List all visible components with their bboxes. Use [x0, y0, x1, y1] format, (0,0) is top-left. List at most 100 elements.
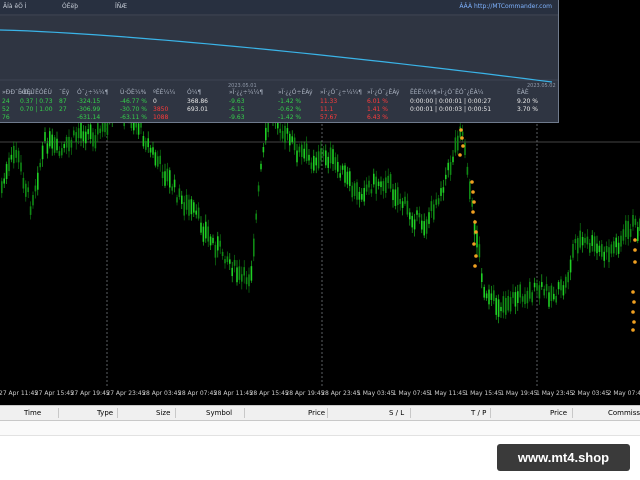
candle [538, 281, 541, 305]
equity-line [0, 29, 553, 83]
col-tp[interactable]: T / P [471, 409, 486, 417]
order-marker[interactable] [474, 230, 478, 234]
candle [584, 233, 586, 248]
terminal-column-header: Time Type Size Symbol Price S / L T / P … [0, 405, 640, 421]
candle [442, 179, 445, 201]
candle [22, 172, 25, 193]
candle [241, 266, 243, 290]
candle [430, 195, 433, 218]
stats-cell: -6.15 [229, 106, 245, 113]
stats-header-cell: »Ï·¿¿Ó÷ÊÀý [278, 89, 313, 96]
candle [260, 160, 262, 172]
order-marker[interactable] [472, 200, 476, 204]
column-divider[interactable] [117, 408, 118, 418]
order-marker[interactable] [631, 310, 635, 314]
col-size[interactable]: Size [156, 409, 170, 417]
candle [255, 210, 257, 224]
stats-cell: 0.70 | 1.00 [20, 106, 53, 113]
candle [296, 143, 298, 167]
candle [92, 128, 94, 152]
order-marker[interactable] [473, 264, 477, 268]
candle [529, 278, 531, 302]
candle [399, 193, 401, 211]
stats-header-cell: »Ï·¿¿÷¼¼¶ [229, 89, 264, 96]
candle [353, 181, 356, 200]
order-marker[interactable] [474, 254, 478, 258]
candle [608, 239, 610, 268]
order-marker[interactable] [631, 290, 635, 294]
order-marker[interactable] [472, 242, 476, 246]
candle [591, 230, 593, 252]
col-symbol[interactable]: Symbol [206, 409, 232, 417]
candle [320, 141, 322, 166]
candle [188, 194, 190, 221]
col-time[interactable]: Time [24, 409, 41, 417]
candle [231, 261, 233, 283]
column-divider[interactable] [410, 408, 411, 418]
candle [5, 161, 8, 184]
column-divider[interactable] [327, 408, 328, 418]
order-marker[interactable] [471, 190, 475, 194]
candle [373, 168, 375, 188]
column-divider[interactable] [244, 408, 245, 418]
stats-cell: 368.86 [187, 98, 208, 105]
order-marker[interactable] [460, 136, 464, 140]
column-divider[interactable] [572, 408, 573, 418]
candle [214, 241, 217, 266]
stats-row: 24 0.37 | 0.73 87 -324.15 -46.77 % 0 368… [0, 98, 558, 106]
candle [310, 157, 313, 174]
candle [572, 239, 574, 261]
order-marker[interactable] [632, 300, 636, 304]
order-marker[interactable] [631, 328, 635, 332]
candle [200, 216, 202, 236]
price-chart[interactable]: ÃÍà êÖ Ì ÒÊëþ ÏÑÆ ÂÂÀ http://MTCommander… [0, 0, 640, 405]
candle [490, 285, 493, 306]
candle [466, 162, 469, 178]
time-axis-label: 28 Apr 19:45 [285, 390, 325, 397]
candle [425, 216, 428, 240]
order-marker[interactable] [633, 248, 637, 252]
candle [346, 166, 349, 189]
column-divider[interactable] [175, 408, 176, 418]
candle [15, 141, 17, 163]
candle [257, 181, 260, 197]
stats-cell: -46.77 % [120, 98, 147, 105]
order-marker[interactable] [473, 220, 477, 224]
candle [305, 136, 308, 164]
column-divider[interactable] [490, 408, 491, 418]
order-marker[interactable] [470, 180, 474, 184]
order-marker[interactable] [459, 128, 463, 132]
column-divider[interactable] [58, 408, 59, 418]
candle [411, 212, 413, 233]
candle [375, 170, 377, 201]
candle [485, 290, 488, 301]
candle [37, 166, 39, 196]
candle [421, 214, 423, 234]
candle [212, 234, 214, 246]
order-marker[interactable] [461, 144, 465, 148]
order-marker[interactable] [471, 210, 475, 214]
col-sl[interactable]: S / L [389, 409, 404, 417]
candle [17, 147, 20, 169]
col-price-current[interactable]: Price [550, 409, 567, 417]
mtcommander-link[interactable]: ÂÂÀ http://MTCommander.com [459, 3, 552, 10]
col-commission[interactable]: Commissi [608, 409, 640, 417]
candle [394, 182, 397, 210]
site-watermark: www.mt4.shop [497, 444, 630, 471]
col-price[interactable]: Price [308, 409, 325, 417]
candle [380, 176, 382, 195]
order-marker[interactable] [633, 238, 637, 242]
candle [634, 215, 637, 228]
col-type[interactable]: Type [97, 409, 113, 417]
candle [97, 120, 99, 143]
candle [82, 125, 85, 148]
order-marker[interactable] [633, 260, 637, 264]
candle [629, 223, 632, 243]
time-axis-label: 2 May 07:45 [607, 390, 640, 397]
candle [245, 271, 248, 290]
candle [164, 163, 166, 188]
order-marker[interactable] [632, 320, 636, 324]
candle [497, 294, 500, 324]
order-marker[interactable] [458, 153, 462, 157]
candle [298, 143, 301, 157]
